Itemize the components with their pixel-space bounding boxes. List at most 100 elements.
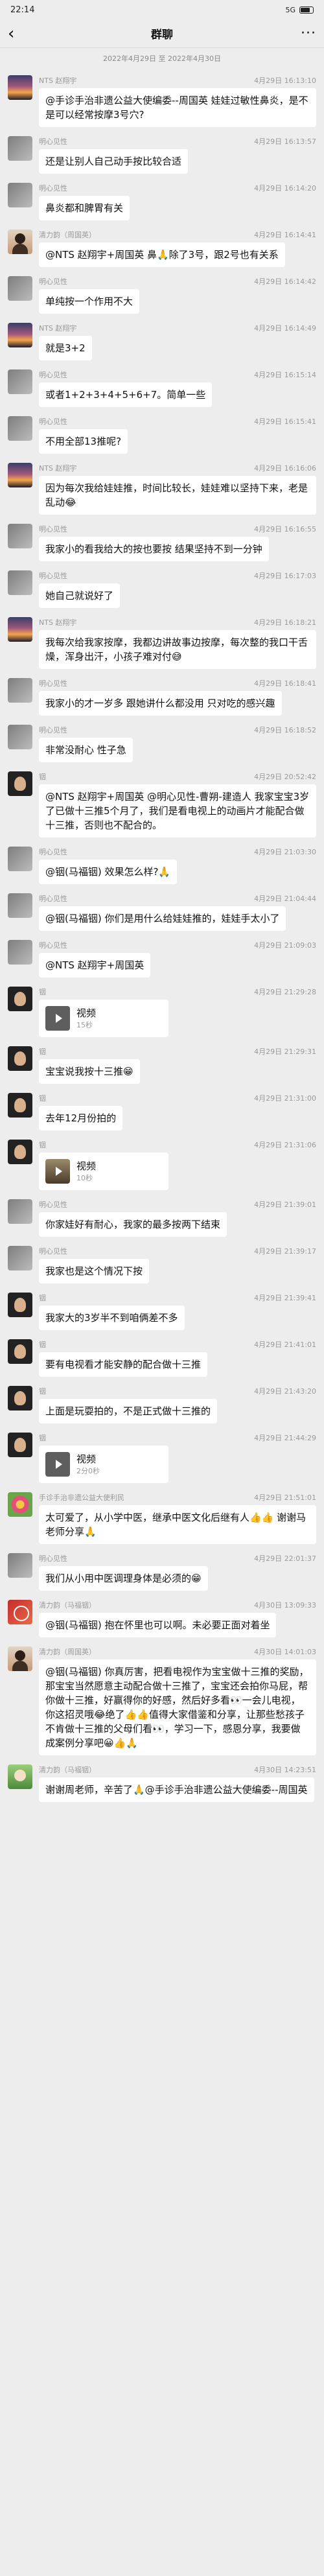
video-message[interactable]: 视频 15秒 [39, 1000, 168, 1037]
avatar[interactable] [8, 893, 32, 918]
message-time: 4月29日 16:18:52 [254, 726, 316, 734]
message-bubble[interactable]: 她自己就说好了 [39, 583, 121, 608]
sender-name: NTS 赵翔宇 [39, 76, 77, 85]
message-bubble[interactable]: 鼻炎都和脾胃有关 [39, 196, 130, 220]
message-meta: 铟 4月29日 21:41:01 [39, 1339, 316, 1350]
message-bubble[interactable]: 要有电视看才能安静的配合做十三推 [39, 1352, 208, 1377]
message-bubble[interactable]: @手诊手治非遗公益大使编委--周国英 娃娃过敏性鼻炎，是不是可以经常按摩3号穴? [39, 88, 316, 127]
avatar[interactable] [8, 847, 32, 871]
avatar[interactable] [8, 1646, 32, 1671]
avatar[interactable] [8, 1093, 32, 1118]
sender-name: 明心见性 [39, 184, 67, 193]
message-time: 4月29日 21:39:01 [254, 1200, 316, 1209]
video-thumbnail [45, 1006, 70, 1031]
avatar[interactable] [8, 463, 32, 487]
message-bubble[interactable]: 我家小的看我给大的按也要按 结果坚持不到一分钟 [39, 537, 269, 561]
message-item: 铟 4月29日 21:29:31 宝宝说我按十三推😁 [0, 1046, 324, 1084]
message-bubble[interactable]: @铟(马福铟) 你们是用什么给娃娃推的，娃娃手太小了 [39, 906, 286, 931]
avatar[interactable] [8, 1492, 32, 1517]
message-bubble[interactable]: 去年12月份拍的 [39, 1106, 123, 1130]
avatar[interactable] [8, 1246, 32, 1270]
message-bubble[interactable]: 太可爱了，从小学中医，继承中医文化后继有人👍👍 谢谢马老师分享🙏 [39, 1505, 316, 1544]
back-button[interactable]: ‹ [8, 25, 27, 42]
message-item: 明心见性 4月29日 16:18:41 我家小的才一岁多 跟她讲什么都没用 只对吃的… [0, 678, 324, 716]
avatar[interactable] [8, 1553, 32, 1578]
message-body: 清力韵（周国英） 4月29日 16:14:41 @NTS 赵翔宇+周国英 鼻🙏除了3… [39, 229, 316, 267]
message-bubble[interactable]: 你家娃好有耐心，我家的最多按两下结束 [39, 1212, 227, 1237]
more-button[interactable]: ··· [297, 25, 316, 41]
avatar[interactable] [8, 276, 32, 301]
avatar[interactable] [8, 136, 32, 161]
message-list: NTS 赵翔宇 4月29日 16:13:10 @手诊手治非遗公益大使编委--周国英 … [0, 75, 324, 1802]
message-item: NTS 赵翔宇 4月29日 16:13:10 @手诊手治非遗公益大使编委--周国英 … [0, 75, 324, 127]
avatar[interactable] [8, 1199, 32, 1224]
avatar[interactable] [8, 1600, 32, 1624]
message-item: 铟 4月29日 21:31:00 去年12月份拍的 [0, 1093, 324, 1130]
message-meta: 铟 4月29日 21:29:31 [39, 1046, 316, 1057]
message-bubble[interactable]: 因为每次我给娃娃推，时间比较长，娃娃难以坚持下来，老是乱动😂 [39, 476, 316, 515]
message-bubble[interactable]: @铟(马福铟) 抱在怀里也可以啊。未必要正面对着坐 [39, 1613, 277, 1637]
message-bubble[interactable]: 我每次给我家按摩，我都边讲故事边按摩，每次整的我口干舌燥，浑身出汗，小孩子难对付… [39, 630, 316, 669]
message-bubble[interactable]: 我家小的才一岁多 跟她讲什么都没用 只对吃的感兴趣 [39, 691, 282, 716]
avatar[interactable] [8, 1433, 32, 1457]
avatar[interactable] [8, 1339, 32, 1364]
message-bubble[interactable]: @NTS 赵翔宇+周国英 @明心见性-曹朔-建造人 我家宝宝3岁了已做十三推5个… [39, 784, 316, 837]
sender-name: 铟 [39, 1048, 46, 1056]
message-body: 铟 4月29日 21:29:28 视频 15秒 [39, 987, 316, 1037]
sender-name: NTS 赵翔宇 [39, 464, 77, 473]
video-duration: 15秒 [76, 1021, 93, 1029]
avatar[interactable] [8, 1046, 32, 1071]
message-time: 4月29日 16:14:49 [254, 324, 316, 333]
message-bubble[interactable]: 我家也是这个情况下按 [39, 1259, 150, 1283]
message-bubble[interactable]: 不用全部13推呢? [39, 429, 128, 454]
avatar[interactable] [8, 323, 32, 347]
message-bubble[interactable]: 宝宝说我按十三推😁 [39, 1059, 140, 1084]
avatar[interactable] [8, 1764, 32, 1789]
avatar[interactable] [8, 771, 32, 796]
video-message[interactable]: 视频 2分0秒 [39, 1446, 168, 1483]
message-time: 4月29日 16:16:06 [254, 464, 316, 473]
message-bubble[interactable]: 我们从小用中医调理身体是必须的😁 [39, 1566, 208, 1591]
message-bubble[interactable]: 上面是玩耍拍的，不是正式做十三推的 [39, 1399, 218, 1423]
avatar[interactable] [8, 940, 32, 965]
avatar[interactable] [8, 725, 32, 749]
message-body: 明心见性 4月29日 21:04:44 @铟(马福铟) 你们是用什么给娃娃推的，娃娃… [39, 893, 316, 931]
video-thumbnail [45, 1159, 70, 1184]
message-bubble[interactable]: 还是让别人自己动手按比较合适 [39, 149, 189, 174]
avatar[interactable] [8, 229, 32, 254]
avatar[interactable] [8, 369, 32, 394]
message-body: 明心见性 4月29日 16:18:41 我家小的才一岁多 跟她讲什么都没用 只对吃的… [39, 678, 316, 716]
sender-name: 铟 [39, 773, 46, 781]
avatar[interactable] [8, 1140, 32, 1164]
video-message[interactable]: 视频 10秒 [39, 1153, 168, 1190]
avatar[interactable] [8, 1386, 32, 1411]
sender-name: 铟 [39, 1141, 46, 1149]
message-bubble[interactable]: @铟(马福铟) 效果怎么样?🙏 [39, 860, 178, 884]
status-bar: 22:14 5G [0, 0, 324, 19]
message-time: 4月29日 16:15:41 [254, 417, 316, 426]
avatar[interactable] [8, 678, 32, 703]
avatar[interactable] [8, 570, 32, 595]
avatar[interactable] [8, 987, 32, 1011]
avatar[interactable] [8, 1293, 32, 1317]
avatar[interactable] [8, 75, 32, 100]
message-body: 铟 4月29日 21:31:06 视频 10秒 [39, 1140, 316, 1190]
message-item: 明心见性 4月29日 16:17:03 她自己就说好了 [0, 570, 324, 608]
message-bubble[interactable]: 就是3+2 [39, 336, 92, 360]
message-bubble[interactable]: 或者1+2+3+4+5+6+7。简单一些 [39, 382, 213, 407]
avatar[interactable] [8, 183, 32, 207]
message-bubble[interactable]: @铟(马福铟) 你真厉害，把看电视作为宝宝做十三推的奖励，那宝宝当然愿意主动配合… [39, 1659, 316, 1755]
video-info: 视频 2分0秒 [76, 1453, 100, 1476]
message-bubble[interactable]: 非常没耐心 性子急 [39, 738, 133, 762]
avatar[interactable] [8, 524, 32, 548]
message-bubble[interactable]: 谢谢周老师，辛苦了🙏@手诊手治非遗公益大使编委--周国英 [39, 1777, 314, 1802]
message-bubble[interactable]: 单纯按一个作用不大 [39, 289, 140, 314]
avatar[interactable] [8, 617, 32, 642]
message-bubble[interactable]: 我家大的3岁半不到咱俩差不多 [39, 1306, 185, 1330]
page-title: 群聊 [151, 29, 173, 41]
sender-name: 清力韵（周国英） [39, 1648, 96, 1656]
message-meta: 明心见性 4月29日 16:14:20 [39, 183, 316, 193]
message-bubble[interactable]: @NTS 赵翔宇+周国英 [39, 953, 151, 978]
message-bubble[interactable]: @NTS 赵翔宇+周国英 鼻🙏除了3号，跟2号也有关系 [39, 242, 285, 267]
avatar[interactable] [8, 416, 32, 441]
